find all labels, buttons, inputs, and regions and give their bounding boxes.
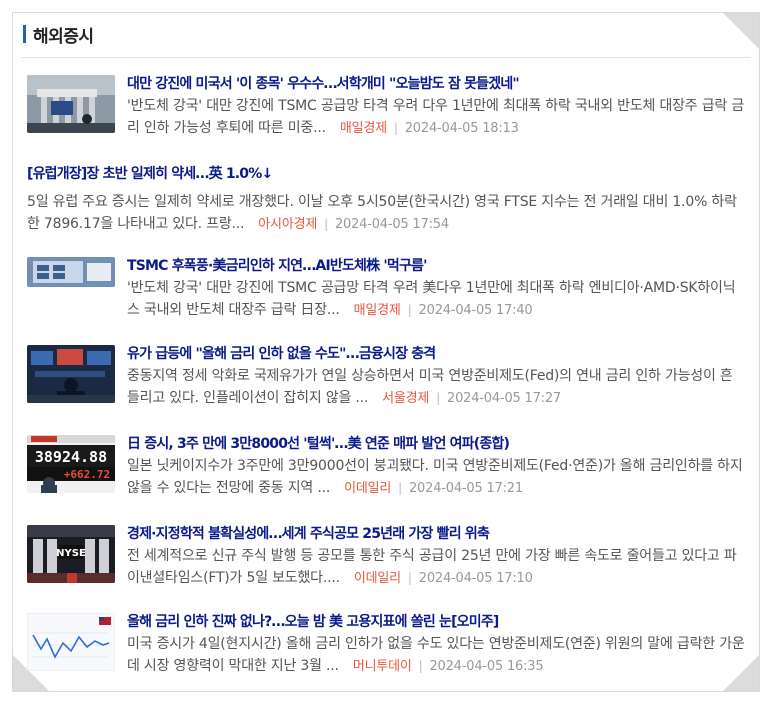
article-source[interactable]: 매일경제 [340, 121, 387, 136]
article-summary[interactable]: '반도체 강국' 대만 강진에 TSMC 공급망 타격 우려 美다우 1년만에 … [27, 277, 745, 322]
thumb-nyse-text: NYSE [56, 548, 86, 559]
article-source[interactable]: 이데일리 [354, 571, 401, 586]
title-accent-bar [23, 25, 26, 43]
article-source[interactable]: 머니투데이 [353, 659, 412, 674]
article-headline[interactable]: TSMC 후폭풍·美금리인하 지연…AI반도체株 '먹구름' [127, 257, 745, 275]
article-headline[interactable]: 올해 금리 인하 진짜 없나?…오늘 밤 美 고용지표에 쏠린 눈[오미주] [127, 613, 745, 631]
article-thumbnail[interactable] [27, 75, 115, 133]
article-headline[interactable]: 대만 강진에 미국서 '이 종목' 우수수…서학개미 "오늘밤도 잠 못들겠네" [127, 75, 745, 93]
separator: | [407, 571, 412, 585]
news-item[interactable]: 대만 강진에 미국서 '이 종목' 우수수…서학개미 "오늘밤도 잠 못들겠네"… [27, 75, 745, 140]
article-thumbnail[interactable] [27, 613, 115, 671]
separator: | [418, 659, 423, 673]
article-headline[interactable]: 경제·지정학적 불확실성에…세계 주식공모 25년래 가장 빨리 위축 [127, 525, 745, 543]
article-thumbnail[interactable] [27, 345, 115, 403]
article-date: 2024-04-05 17:21 [408, 481, 523, 496]
news-item[interactable]: 유가 급등에 "올해 금리 인하 없을 수도"…금융시장 충격 중동지역 정세 … [27, 345, 745, 410]
separator: | [393, 121, 398, 135]
article-thumbnail[interactable] [27, 257, 115, 287]
article-source[interactable]: 아시아경제 [258, 217, 317, 232]
article-source[interactable]: 서울경제 [382, 391, 429, 406]
article-summary[interactable]: 일본 닛케이지수가 3주만에 3만9000선이 붕괴됐다. 미국 연방준비제도(… [127, 455, 745, 500]
article-thumbnail[interactable]: NYSE [27, 525, 115, 583]
article-summary[interactable]: 미국 증시가 4일(현지시간) 올해 금리 인하가 없을 수도 있다는 연방준비… [127, 633, 745, 678]
news-item[interactable]: [유럽개장]장 초반 일제히 약세…英 1.0%↓ 5일 유럽 주요 증시는 일… [27, 165, 745, 236]
article-source[interactable]: 이데일리 [344, 481, 391, 496]
article-headline[interactable]: 日 증시, 3주 만에 3만8000선 '털썩'…美 연준 매파 발언 여파(종… [127, 435, 745, 453]
section-header: 해외증시 [23, 19, 94, 49]
news-item[interactable]: TSMC 후폭풍·美금리인하 지연…AI반도체株 '먹구름' '반도체 강국' … [27, 257, 745, 322]
separator: | [436, 391, 441, 405]
news-item[interactable]: 38924.88 +662.72 日 증시, 3주 만에 3만8000선 '털썩… [27, 435, 745, 500]
overseas-stocks-panel: 해외증시 대만 강진에 미국서 '이 종목' 우수수…서학개미 "오늘밤도 잠 … [12, 12, 760, 692]
article-headline[interactable]: [유럽개장]장 초반 일제히 약세…英 1.0%↓ [27, 165, 745, 183]
article-date: 2024-04-05 17:40 [418, 303, 533, 318]
separator: | [398, 481, 402, 495]
article-summary[interactable]: 중동지역 정세 악화로 국제유가가 연일 상승하면서 미국 연방준비제도(Fed… [127, 365, 745, 410]
article-date: 2024-04-05 17:54 [334, 217, 449, 232]
thumb-index-change: +662.72 [64, 468, 110, 481]
article-summary[interactable]: '반도체 강국' 대만 강진에 TSMC 공급망 타격 우려 다우 1년만에 최… [127, 95, 745, 140]
thumb-index-value: 38924.88 [35, 448, 107, 466]
corner-fold-decoration [722, 13, 759, 50]
news-item[interactable]: 올해 금리 인하 진짜 없나?…오늘 밤 美 고용지표에 쏠린 눈[오미주] 미… [27, 613, 745, 678]
article-summary[interactable]: 전 세계적으로 신규 주식 발행 등 공모를 통한 주식 공급이 25년 만에 … [127, 545, 745, 590]
header-divider [21, 57, 751, 58]
article-date: 2024-04-05 16:35 [429, 659, 544, 674]
article-headline[interactable]: 유가 급등에 "올해 금리 인하 없을 수도"…금융시장 충격 [127, 345, 745, 363]
news-item[interactable]: NYSE 경제·지정학적 불확실성에…세계 주식공모 25년래 가장 빨리 위축… [27, 525, 745, 590]
article-thumbnail[interactable]: 38924.88 +662.72 [27, 435, 115, 493]
article-summary-text[interactable]: 중동지역 정세 악화로 국제유가가 연일 상승하면서 미국 연방준비제도(Fed… [127, 368, 733, 406]
article-date: 2024-04-05 17:27 [447, 391, 561, 406]
article-source[interactable]: 매일경제 [354, 303, 401, 318]
separator: | [324, 217, 328, 231]
section-title[interactable]: 해외증시 [33, 22, 94, 47]
article-date: 2024-04-05 18:13 [404, 121, 519, 136]
separator: | [407, 303, 412, 317]
article-date: 2024-04-05 17:10 [418, 571, 533, 586]
article-summary[interactable]: 5일 유럽 주요 증시는 일제히 약세로 개장했다. 이날 오후 5시50분(한… [27, 191, 745, 236]
